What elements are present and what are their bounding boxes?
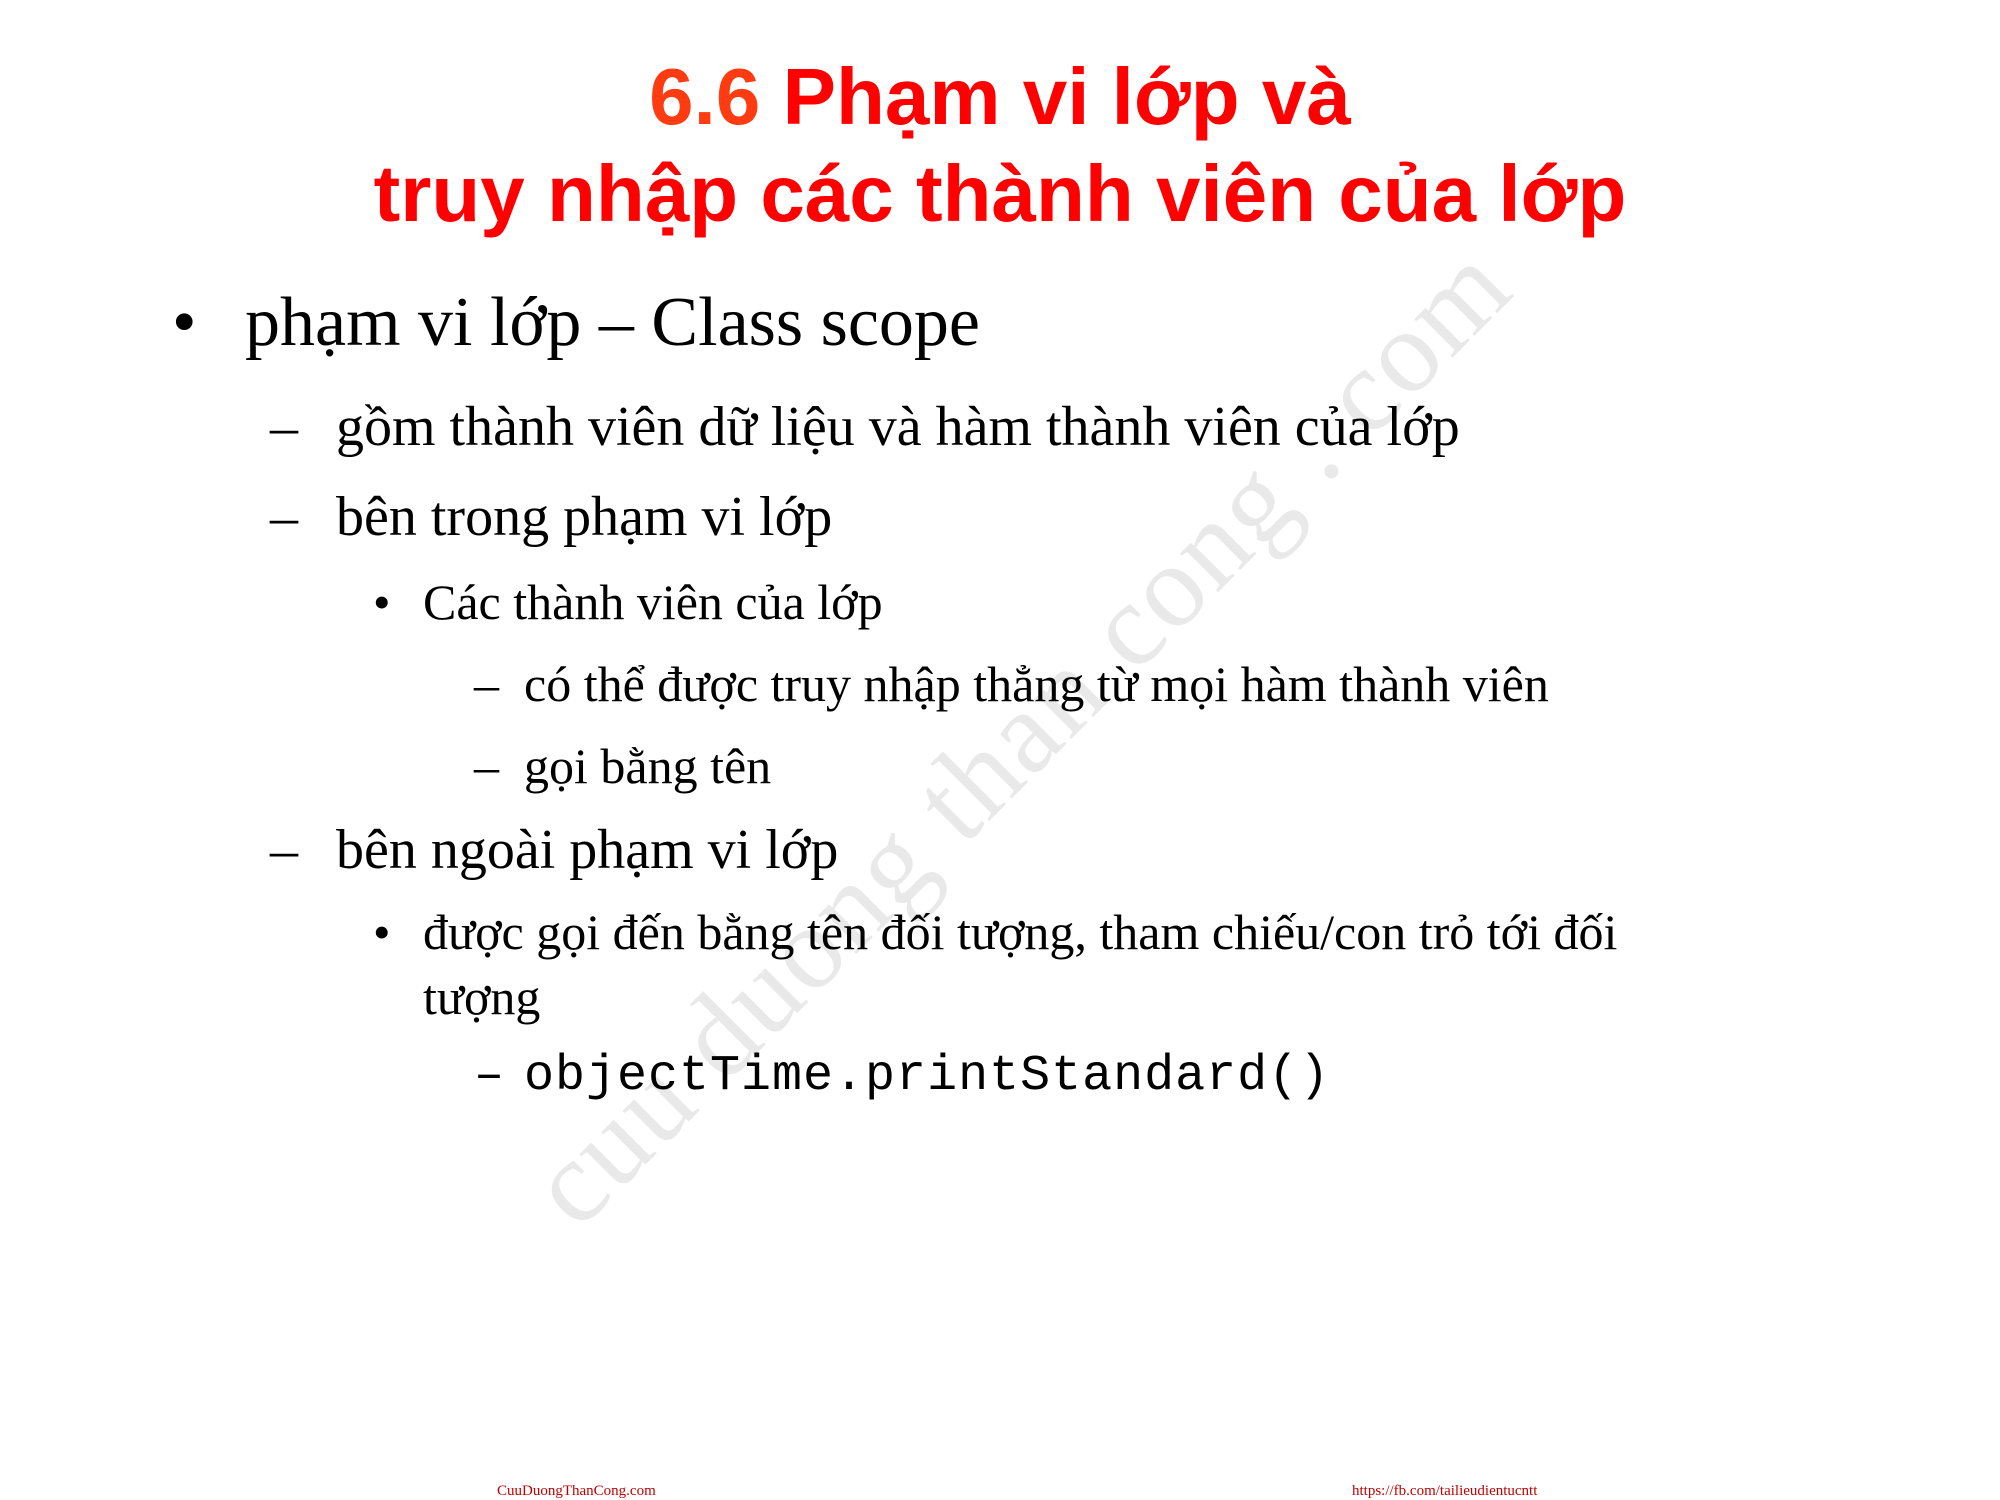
dash-marker: – <box>474 1048 506 1105</box>
bullet-text: phạm vi lớp – Class scope <box>245 284 980 361</box>
footer-left-link[interactable]: CuuDuongThanCong.com <box>497 1483 656 1500</box>
title-line-1: 6.6 Phạm vi lớp và <box>0 48 2000 145</box>
detail-text: gọi bằng tên <box>524 738 772 794</box>
dash-marker: – <box>270 819 298 881</box>
title-line-2: truy nhập các thành viên của lớp <box>373 149 1627 238</box>
sub-bullet-text-line1: được gọi đến bằng tên đối tượng, tham ch… <box>423 904 1618 960</box>
detail-text: có thể được truy nhập thẳng từ mọi hàm t… <box>524 656 1549 712</box>
bullet-marker: • <box>172 284 197 361</box>
title-number: 6.6 <box>649 52 761 141</box>
dash-marker: – <box>270 486 298 548</box>
dash-marker: – <box>474 656 499 712</box>
title-text-1: Phạm vi lớp và <box>782 52 1351 141</box>
bullet-marker: • <box>373 574 391 630</box>
footer-right-link[interactable]: https://fb.com/tailieudientucntt <box>1352 1483 1537 1500</box>
slide: cuu duong than cong . com 6.6 Phạm vi lớ… <box>0 0 2000 1500</box>
sub-item-text: bên ngoài phạm vi lớp <box>336 819 839 881</box>
sub-item-text: gồm thành viên dữ liệu và hàm thành viên… <box>336 396 1460 458</box>
slide-title: 6.6 Phạm vi lớp và truy nhập các thành v… <box>0 48 2000 242</box>
sub-item-text: bên trong phạm vi lớp <box>336 486 833 548</box>
dash-marker: – <box>270 396 298 458</box>
sub-bullet-text-line2: tượng <box>423 969 541 1025</box>
dash-marker: – <box>474 738 499 794</box>
code-text: objectTime.printStandard() <box>524 1048 1331 1105</box>
sub-bullet-text: Các thành viên của lớp <box>423 574 883 630</box>
bullet-marker: • <box>373 904 391 960</box>
